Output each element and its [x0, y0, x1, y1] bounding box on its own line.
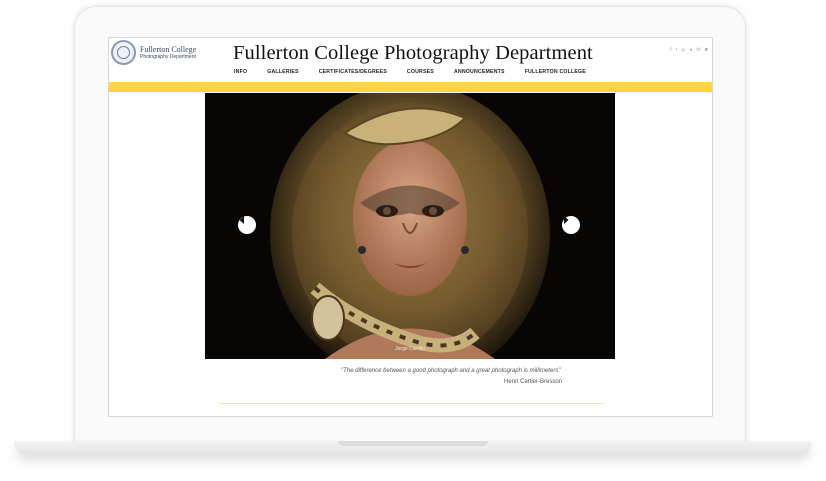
instagram-icon[interactable]: ◎: [681, 48, 685, 53]
nav-item-galleries[interactable]: GALLERIES: [267, 69, 299, 75]
arrow-left-icon: [239, 216, 244, 224]
social-icons: f t ◎ ● ✉ ⌕: [670, 47, 708, 53]
portrait-photo: [205, 93, 615, 359]
arrow-right-icon: [564, 216, 569, 224]
twitter-icon[interactable]: t: [676, 48, 677, 53]
college-seal-icon: [111, 40, 136, 65]
nav-item-certificates[interactable]: CERTIFICATES/DEGREES: [319, 69, 387, 75]
nav-item-courses[interactable]: COURSES: [407, 69, 434, 75]
logo-text: Fullerton College Photography Department: [140, 44, 197, 60]
accent-bar: [109, 82, 712, 92]
flickr-icon[interactable]: ●: [689, 48, 692, 53]
college-logo[interactable]: Fullerton College Photography Department: [111, 40, 196, 65]
nav-item-info[interactable]: INFO: [234, 69, 247, 75]
hero-slider: Jorge Carrillo: [205, 93, 615, 359]
facebook-icon[interactable]: f: [670, 48, 671, 53]
site-header: Fullerton College Photography Department…: [109, 38, 712, 82]
main-nav: INFO GALLERIES CERTIFICATES/DEGREES COUR…: [234, 69, 606, 75]
laptop-notch: [338, 441, 488, 446]
quote-text: "The difference between a good photograp…: [341, 368, 561, 374]
browser-screen: Fullerton College Photography Department…: [108, 37, 713, 417]
nav-item-announcements[interactable]: ANNOUNCEMENTS: [454, 69, 505, 75]
slider-next-button[interactable]: [562, 216, 580, 234]
email-icon[interactable]: ✉: [696, 48, 700, 53]
quote-author: Henri Cartier-Bresson: [504, 379, 563, 385]
search-icon[interactable]: ⌕: [705, 47, 708, 53]
site-title: Fullerton College Photography Department: [233, 42, 593, 64]
nav-item-fullerton-college[interactable]: FULLERTON COLLEGE: [525, 69, 586, 75]
slider-prev-button[interactable]: [238, 216, 256, 234]
footer-divider: [219, 403, 603, 404]
logo-college-name: Fullerton College: [140, 44, 197, 54]
logo-department-name: Photography Department: [140, 53, 196, 60]
slide-caption: Jorge Carrillo: [395, 346, 425, 352]
